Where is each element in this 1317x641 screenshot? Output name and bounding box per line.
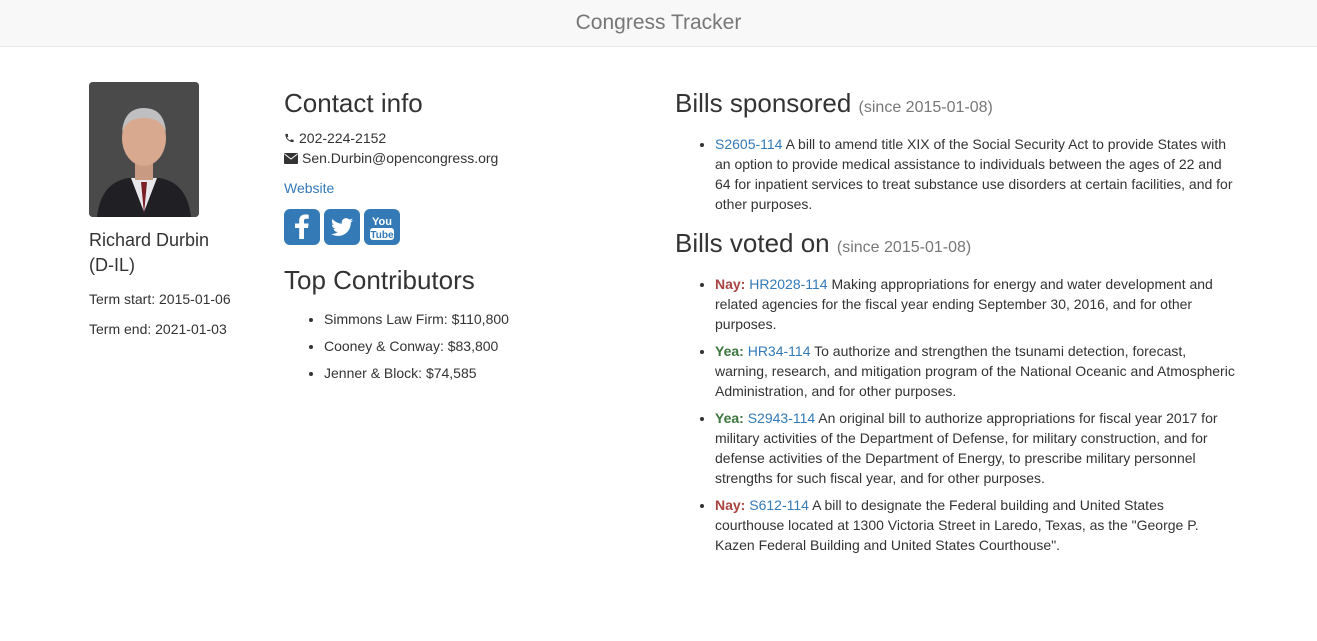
list-item: Cooney & Conway: $83,800 bbox=[324, 333, 614, 360]
bills-sponsored-since: (since 2015-01-08) bbox=[858, 99, 993, 116]
sponsored-list: S2605-114 A bill to amend title XIX of t… bbox=[675, 134, 1235, 214]
member-party: (D-IL) bbox=[89, 255, 135, 275]
bill-link[interactable]: HR34-114 bbox=[748, 343, 811, 359]
facebook-icon[interactable] bbox=[284, 209, 320, 245]
navbar: Congress Tracker bbox=[0, 0, 1317, 47]
profile-column: Richard Durbin (D-IL) Term start: 2015-0… bbox=[89, 82, 259, 338]
vote-badge: Yea: bbox=[715, 410, 744, 426]
contributors-list: Simmons Law Firm: $110,800 Cooney & Conw… bbox=[284, 306, 614, 387]
term-start: Term start: 2015-01-06 bbox=[89, 291, 231, 307]
bills-voted-title: Bills voted on bbox=[675, 228, 830, 258]
term-end: Term end: 2021-01-03 bbox=[89, 321, 227, 337]
contact-column: Contact info 202-224-2152 Sen.Durbin@ope… bbox=[284, 82, 614, 387]
contact-heading: Contact info bbox=[284, 88, 423, 118]
bill-title: A bill to amend title XIX of the Social … bbox=[715, 136, 1233, 212]
bill-link[interactable]: S612-114 bbox=[749, 497, 809, 513]
phone-row: 202-224-2152 bbox=[284, 128, 614, 148]
contributors-heading: Top Contributors bbox=[284, 265, 475, 295]
envelope-icon bbox=[284, 152, 298, 164]
phone-icon bbox=[285, 133, 294, 143]
list-item: Jenner & Block: $74,585 bbox=[324, 360, 614, 387]
bills-column: Bills sponsored (since 2015-01-08) S2605… bbox=[675, 82, 1235, 562]
website-link[interactable]: Website bbox=[284, 178, 614, 198]
social-links: You Tube bbox=[284, 209, 614, 245]
svg-text:You: You bbox=[372, 216, 392, 228]
bills-voted-since: (since 2015-01-08) bbox=[836, 239, 972, 256]
email-address: Sen.Durbin@opencongress.org bbox=[302, 150, 499, 166]
youtube-icon[interactable]: You Tube bbox=[364, 209, 400, 245]
portrait-photo bbox=[89, 82, 199, 217]
bills-sponsored-heading: Bills sponsored (since 2015-01-08) bbox=[675, 87, 1235, 124]
bill-link[interactable]: S2943-114 bbox=[748, 410, 815, 426]
list-item: Simmons Law Firm: $110,800 bbox=[324, 306, 614, 333]
twitter-icon[interactable] bbox=[324, 209, 360, 245]
list-item: S2605-114 A bill to amend title XIX of t… bbox=[715, 134, 1235, 214]
list-item: Yea: S2943-114 An original bill to autho… bbox=[715, 408, 1235, 488]
bills-voted-heading: Bills voted on (since 2015-01-08) bbox=[675, 227, 1235, 264]
svg-text:Tube: Tube bbox=[370, 230, 394, 241]
bill-link[interactable]: S2605-114 bbox=[715, 136, 782, 152]
bills-sponsored-title: Bills sponsored bbox=[675, 88, 852, 118]
list-item: Nay: HR2028-114 Making appropriations fo… bbox=[715, 274, 1235, 334]
vote-badge: Yea: bbox=[715, 343, 744, 359]
vote-badge: Nay: bbox=[715, 276, 746, 292]
bill-link[interactable]: HR2028-114 bbox=[749, 276, 827, 292]
app-title[interactable]: Congress Tracker bbox=[576, 11, 742, 35]
voted-list: Nay: HR2028-114 Making appropriations fo… bbox=[675, 274, 1235, 555]
vote-badge: Nay: bbox=[715, 497, 746, 513]
email-row: Sen.Durbin@opencongress.org bbox=[284, 148, 614, 168]
list-item: Nay: S612-114 A bill to designate the Fe… bbox=[715, 495, 1235, 555]
list-item: Yea: HR34-114 To authorize and strengthe… bbox=[715, 341, 1235, 401]
main-content: Richard Durbin (D-IL) Term start: 2015-0… bbox=[0, 47, 1317, 641]
phone-number: 202-224-2152 bbox=[299, 130, 387, 146]
member-name: Richard Durbin bbox=[89, 230, 210, 250]
